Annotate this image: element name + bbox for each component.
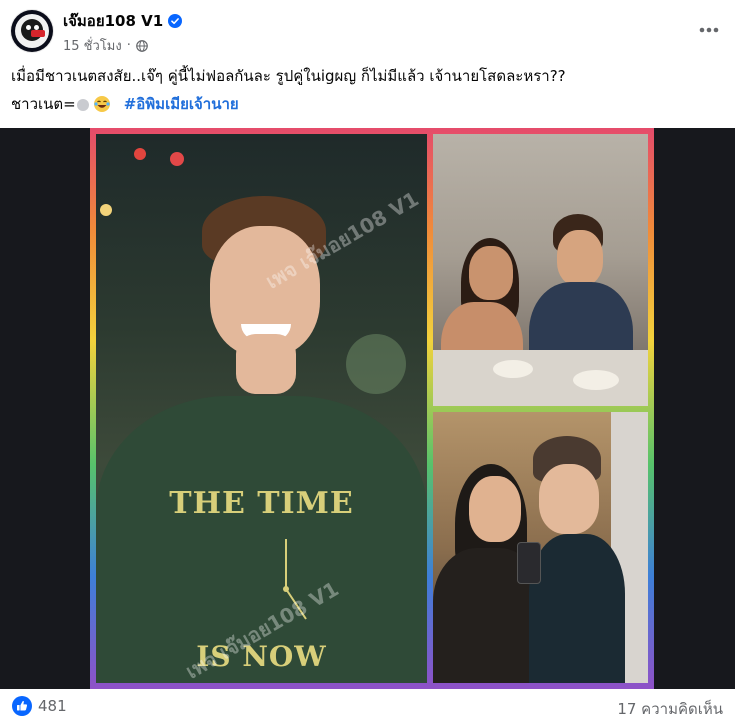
emoji-icon (76, 99, 89, 111)
verified-badge-icon (168, 14, 183, 28)
photo-main-portrait: THE TIME IS NOW เพจ เจ๊มอย108 V1 เพจ เจ๊… (96, 134, 427, 683)
post-text-line2: ชาวเนต= #อิพิมเมียเจ้านาย (11, 94, 239, 114)
neck (236, 334, 296, 394)
more-options-icon (699, 27, 719, 33)
bokeh-light (346, 334, 406, 394)
post-photo[interactable]: THE TIME IS NOW เพจ เจ๊มอย108 V1 เพจ เจ๊… (0, 128, 735, 689)
face (557, 230, 603, 286)
body (529, 534, 625, 683)
face (469, 476, 521, 542)
photo-collage: THE TIME IS NOW เพจ เจ๊มอย108 V1 เพจ เจ๊… (90, 128, 654, 689)
post-footer: 481 17 ความคิดเห็น (0, 689, 735, 722)
plate (573, 370, 619, 390)
photo-mirror-selfie (433, 412, 648, 683)
avatar-badge (31, 30, 45, 37)
more-options-button[interactable] (697, 18, 721, 42)
shirt-text-top: THE TIME (169, 486, 354, 521)
globe-icon[interactable] (135, 39, 148, 52)
avatar-eye (26, 25, 31, 30)
meta-separator: · (126, 38, 131, 53)
hashtag-link[interactable]: #อิพิมเมียเจ้านาย (124, 94, 239, 114)
like-count[interactable]: 481 (38, 697, 67, 715)
bokeh-light (100, 204, 112, 216)
author-name[interactable]: เจ๊มอย108 V1 (63, 11, 163, 31)
post-time[interactable]: 15 ชั่วโมง (63, 35, 122, 56)
comment-count[interactable]: 17 ความคิดเห็น (617, 697, 723, 721)
facebook-post: เจ๊มอย108 V1 15 ชั่วโมง · เมื่อมีชาวเนตส… (0, 0, 735, 722)
face (469, 246, 513, 300)
bokeh-light (134, 148, 146, 160)
author-line: เจ๊มอย108 V1 (63, 11, 183, 31)
laughing-emoji-icon (93, 96, 110, 112)
author-avatar[interactable] (11, 10, 53, 52)
bokeh-light (170, 152, 184, 166)
post-text: เมื่อมีชาวเนตสงสัย..เจ๊ๆ คู่นี้ไม่ฟอลกัน… (11, 67, 566, 85)
photo-restaurant (433, 134, 648, 406)
plate (493, 360, 533, 378)
post-header: เจ๊มอย108 V1 15 ชั่วโมง · (0, 0, 735, 62)
face (539, 464, 599, 534)
phone (517, 542, 541, 584)
like-reaction-icon[interactable] (12, 696, 32, 716)
post-meta: 15 ชั่วโมง · (63, 35, 148, 56)
post-text-prefix: ชาวเนต= (11, 95, 76, 113)
